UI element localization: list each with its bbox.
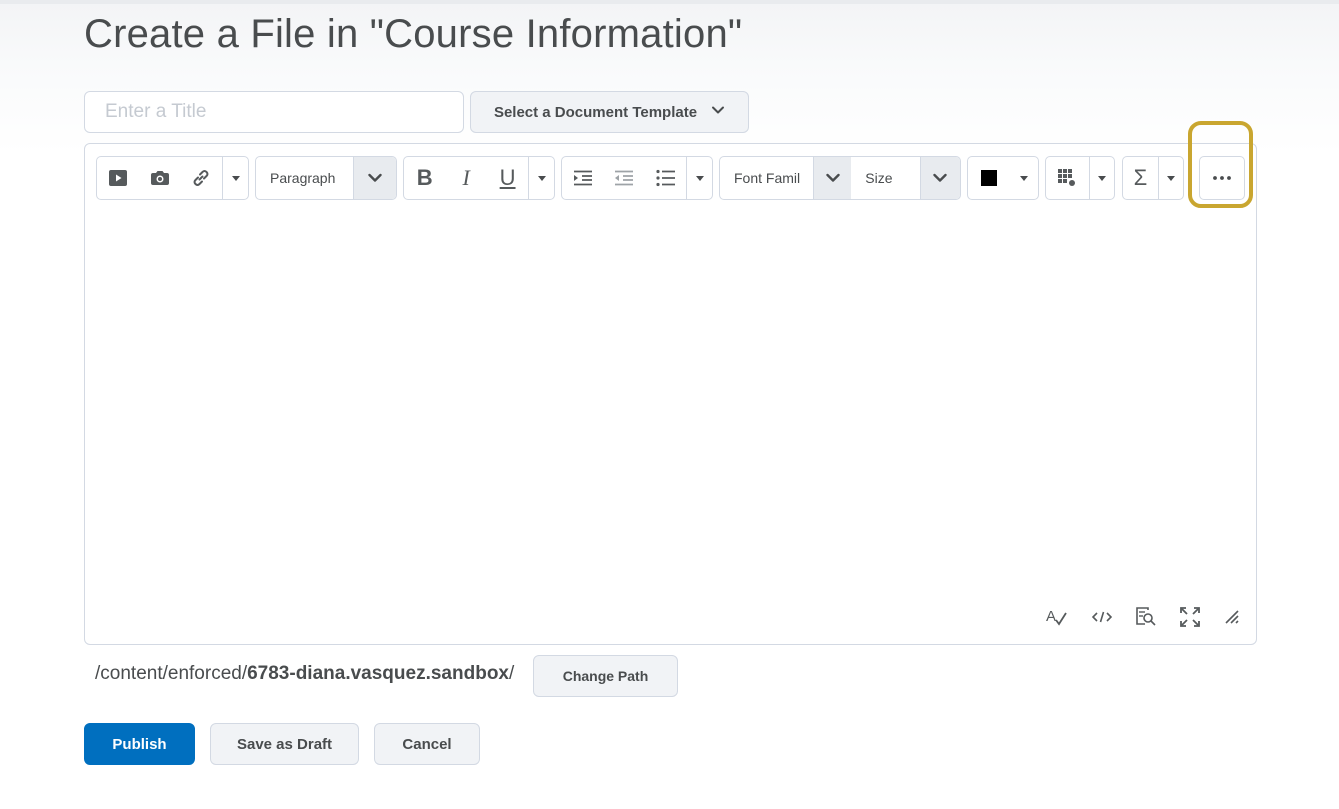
indent-icon[interactable]: [562, 157, 603, 199]
bold-icon[interactable]: B: [404, 157, 445, 199]
dropdown-caret-icon[interactable]: [1157, 157, 1183, 199]
file-path: /content/enforced/6783-diana.vasquez.san…: [95, 663, 514, 685]
text-color-picker[interactable]: [967, 156, 1039, 200]
chevron-down-icon[interactable]: [812, 157, 852, 199]
chevron-down-icon[interactable]: [353, 157, 396, 199]
change-path-button[interactable]: Change Path: [533, 655, 678, 697]
bullet-list-icon[interactable]: [645, 157, 686, 199]
insert-toolbar-group: [96, 156, 249, 200]
font-toolbar-group: Font Famil Size: [719, 156, 961, 200]
font-family-select[interactable]: Font Famil: [720, 157, 813, 199]
camera-icon[interactable]: [139, 157, 181, 199]
dropdown-caret-icon[interactable]: [528, 157, 554, 199]
block-format-select[interactable]: Paragraph: [255, 156, 397, 200]
select-template-label: Select a Document Template: [493, 103, 698, 121]
sigma-icon[interactable]: Σ: [1123, 157, 1158, 199]
chevron-down-icon[interactable]: [919, 157, 960, 199]
svg-text:A: A: [1046, 608, 1056, 625]
outdent-icon[interactable]: [603, 157, 644, 199]
lists-toolbar-group: [561, 156, 713, 200]
block-format-label: Paragraph: [270, 170, 336, 186]
underline-icon[interactable]: U: [487, 157, 528, 199]
title-input[interactable]: [84, 91, 464, 133]
dropdown-caret-icon[interactable]: [686, 157, 712, 199]
source-code-icon[interactable]: [1088, 604, 1116, 630]
font-size-select[interactable]: Size: [851, 157, 919, 199]
video-icon[interactable]: [97, 157, 139, 199]
more-actions-highlight: [1188, 121, 1253, 208]
cancel-button[interactable]: Cancel: [374, 723, 480, 765]
dropdown-caret-icon[interactable]: [1010, 157, 1038, 199]
text-style-toolbar-group: B I U: [403, 156, 555, 200]
page-title: Create a File in "Course Information": [84, 12, 743, 56]
dropdown-caret-icon[interactable]: [1088, 157, 1114, 199]
resize-icon[interactable]: [1218, 604, 1246, 630]
dropdown-caret-icon[interactable]: [222, 157, 248, 199]
select-template-button[interactable]: Select a Document Template: [470, 91, 749, 133]
italic-icon[interactable]: I: [445, 157, 486, 199]
equation-toolbar-group: Σ: [1122, 156, 1184, 200]
table-toolbar-group: [1045, 156, 1115, 200]
fullscreen-icon[interactable]: [1176, 604, 1204, 630]
preview-icon[interactable]: [1132, 604, 1160, 630]
path-suffix: /: [509, 663, 515, 684]
path-folder: 6783-diana.vasquez.sandbox: [247, 663, 509, 684]
chevron-down-icon: [711, 103, 725, 121]
path-prefix: /content/enforced/: [95, 663, 248, 684]
html-editor[interactable]: Paragraph B I U Font Famil Size Σ A: [84, 143, 1257, 645]
publish-button[interactable]: Publish: [84, 723, 195, 765]
save-draft-button[interactable]: Save as Draft: [210, 723, 359, 765]
table-icon[interactable]: [1046, 157, 1089, 199]
link-icon[interactable]: [180, 157, 222, 199]
color-swatch-icon[interactable]: [968, 157, 1010, 199]
spellcheck-icon[interactable]: A: [1043, 604, 1071, 630]
